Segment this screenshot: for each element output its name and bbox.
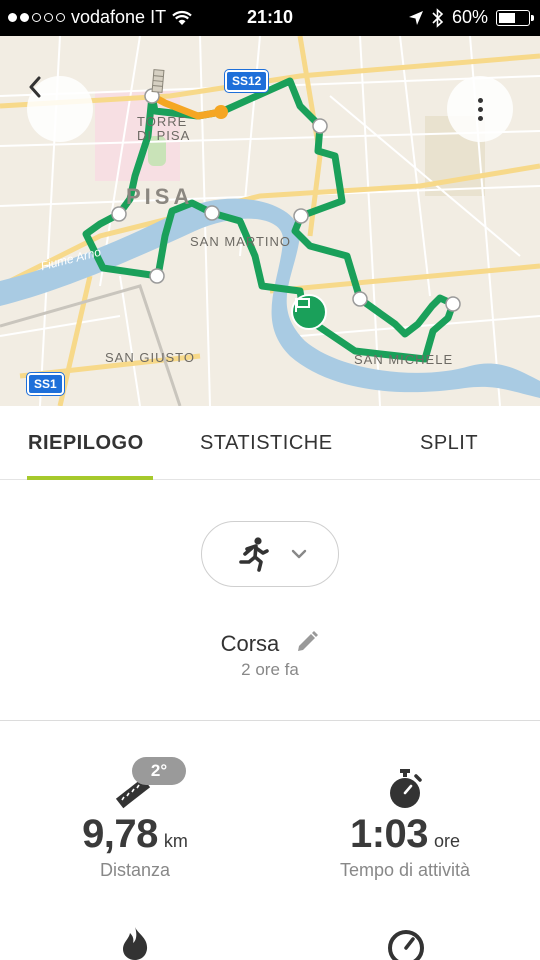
- chevron-down-icon: [291, 549, 307, 559]
- distance-value-row: 9,78 km: [0, 812, 270, 857]
- road-badge-ss1: SS1: [27, 373, 64, 395]
- distance-unit: km: [163, 831, 188, 851]
- chevron-left-icon: [29, 76, 41, 98]
- running-person-icon: [239, 537, 269, 572]
- map-label-city: PISA: [126, 184, 194, 209]
- flame-icon: [123, 927, 148, 960]
- active-tab-indicator: [27, 476, 153, 480]
- duration-label: Tempo di attività: [339, 860, 471, 880]
- section-divider: [0, 720, 540, 721]
- route-map[interactable]: TORRE DI PISA PISA SAN MARTINO SAN GIUST…: [0, 36, 540, 406]
- activity-title-row: Corsa: [0, 630, 540, 660]
- duration-unit: ore: [434, 831, 461, 851]
- tab-statistiche[interactable]: STATISTICHE: [200, 432, 333, 455]
- status-right: 60%: [408, 7, 534, 28]
- map-label-torre-line1: TORRE: [137, 114, 188, 129]
- edit-pencil-icon[interactable]: [295, 630, 319, 660]
- location-arrow-icon: [408, 10, 423, 25]
- duration-value: 1:03: [349, 812, 429, 856]
- road-badge-ss12: SS12: [225, 70, 269, 92]
- battery-icon: [496, 9, 534, 26]
- distance-value: 9,78: [82, 812, 158, 856]
- map-label-san-martino: SAN MARTINO: [190, 234, 292, 249]
- tab-riepilogo[interactable]: RIEPILOGO: [28, 432, 144, 455]
- more-vertical-icon: [477, 97, 483, 121]
- map-label-san-giusto: SAN GIUSTO: [105, 350, 195, 365]
- start-marker: [214, 105, 228, 119]
- finish-marker[interactable]: [291, 294, 327, 330]
- activity-name: Corsa: [220, 630, 280, 656]
- map-label-san-michele: SAN MICHELE: [354, 352, 454, 367]
- finish-flag-icon: [295, 298, 310, 312]
- speedometer-icon: [388, 930, 424, 960]
- stopwatch-icon: [390, 769, 422, 808]
- distance-label: Distanza: [99, 860, 171, 880]
- bluetooth-icon: [432, 7, 444, 28]
- tower-icon: [151, 69, 165, 93]
- duration-value-row: 1:03 ore: [270, 812, 540, 857]
- map-label-torre-line2: DI PISA: [137, 128, 191, 143]
- temperature-badge: 2°: [132, 757, 186, 785]
- activity-type-selector[interactable]: [201, 521, 339, 587]
- status-bar: vodafone IT 21:10 60%: [0, 0, 540, 36]
- activity-time-ago: 2 ore fa: [241, 660, 299, 679]
- back-button[interactable]: [27, 76, 93, 142]
- tab-split[interactable]: SPLIT: [420, 432, 478, 455]
- more-options-button[interactable]: [447, 76, 513, 142]
- battery-percent: 60%: [451, 7, 488, 27]
- tab-bar: RIEPILOGO STATISTICHE SPLIT: [0, 406, 540, 480]
